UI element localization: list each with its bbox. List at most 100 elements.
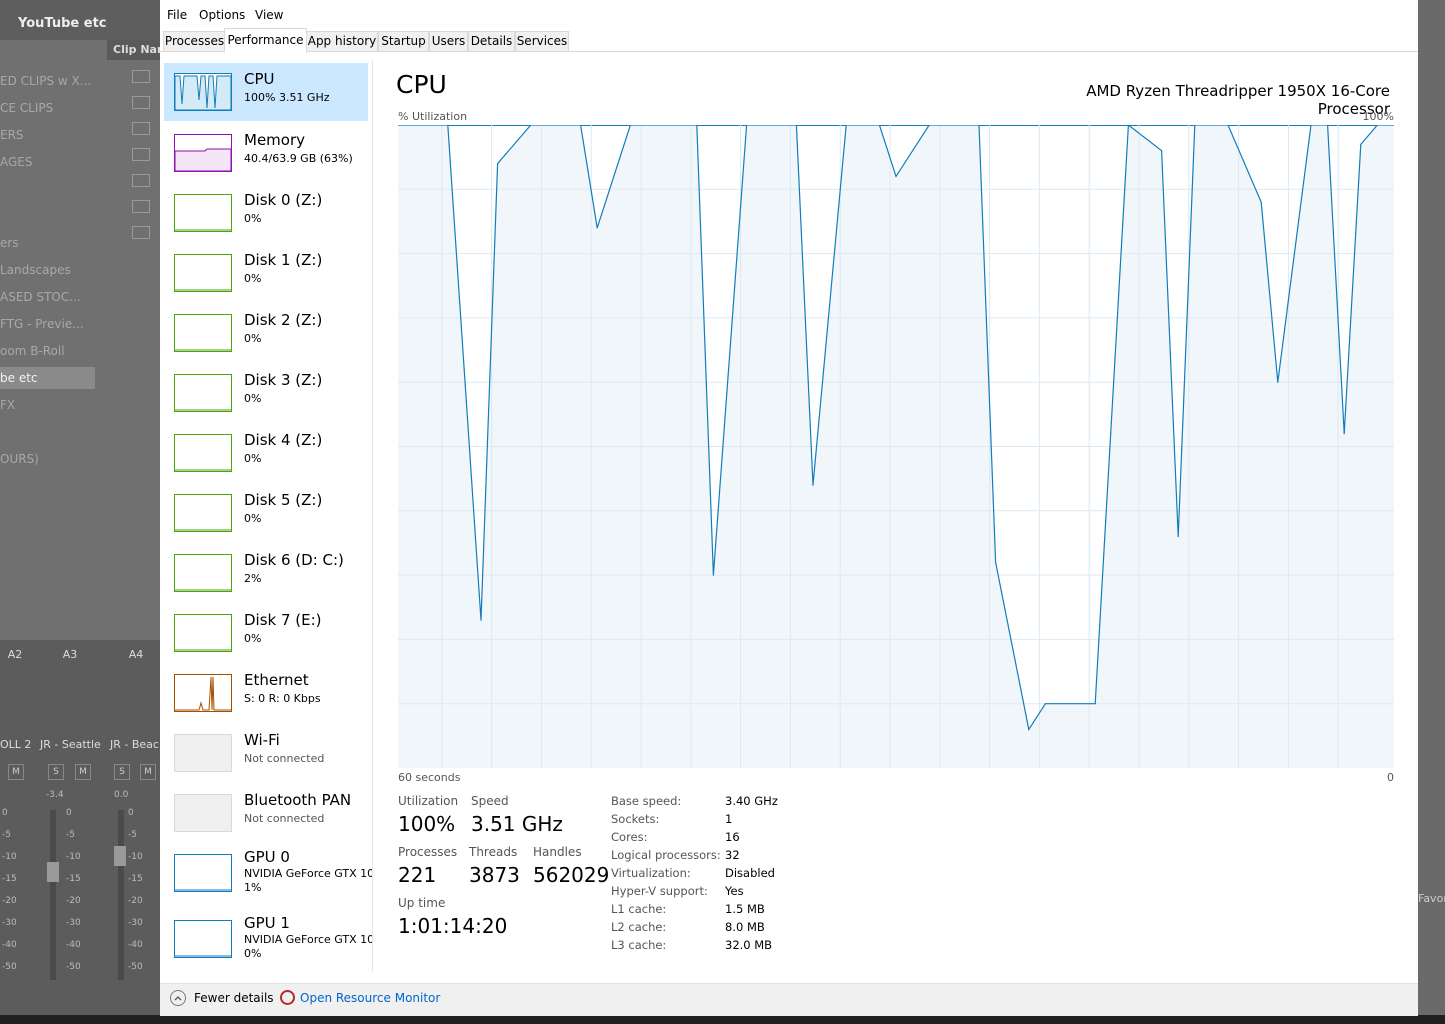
mixer-db-tick: -50 [128, 962, 143, 972]
sidebar-item-memory[interactable]: Memory 40.4/63.9 GB (63%) [164, 124, 368, 182]
sidebar-item-gpu-1[interactable]: GPU 1 NVIDIA GeForce GTX 108 0% [164, 910, 372, 968]
spec-label: Virtualization: [611, 866, 691, 880]
mixer-track-label: A3 [62, 648, 78, 661]
mixer-db-tick: -40 [2, 940, 17, 950]
bg-bin-item[interactable]: OURS) [0, 448, 95, 470]
chevron-up-icon[interactable] [170, 990, 186, 1006]
sidebar-item-status: 40.4/63.9 GB (63%) [244, 152, 353, 165]
sidebar-item-title: Disk 0 (Z:) [244, 191, 323, 209]
mixer-solo-button[interactable]: S [48, 764, 64, 780]
bg-bin-item[interactable]: FX [0, 394, 95, 416]
spec-value: 3.40 GHz [725, 794, 778, 808]
sidebar-item-cpu[interactable]: CPU 100% 3.51 GHz [164, 63, 368, 121]
tab-app-history[interactable]: App history [306, 31, 378, 51]
bg-bin-item[interactable]: Landscapes [0, 259, 95, 281]
menu-bar: File Options View [160, 0, 1418, 30]
bg-bin-item[interactable]: ED CLIPS w X... [0, 70, 95, 92]
mixer-db-tick: -50 [66, 962, 81, 972]
mixer-solo-button[interactable]: S [114, 764, 130, 780]
sidebar-item-ethernet[interactable]: Ethernet S: 0 R: 0 Kbps [164, 664, 368, 722]
bg-bin-item[interactable]: FTG - Previe... [0, 313, 95, 335]
sidebar-item-status: 0% [244, 512, 262, 525]
open-resource-monitor-link[interactable]: Open Resource Monitor [300, 991, 440, 1005]
mixer-db-tick: -20 [128, 896, 143, 906]
processor-model: AMD Ryzen Threadripper 1950X 16-Core Pro… [1086, 82, 1390, 118]
sidebar-item-status: Not connected [244, 812, 325, 825]
sidebar-item-disk-5[interactable]: Disk 5 (Z:) 0% [164, 484, 368, 542]
mixer-db-tick: -40 [66, 940, 81, 950]
mixer-db-tick: -10 [2, 852, 17, 862]
mixer-db-tick: -15 [2, 874, 17, 884]
bg-clip-icon [132, 200, 150, 213]
sidebar-item-status: NVIDIA GeForce GTX 108 [244, 933, 372, 946]
sidebar-mini-graph [175, 795, 231, 831]
sidebar-item-disk-4[interactable]: Disk 4 (Z:) 0% [164, 424, 368, 482]
sidebar-item-disk-3[interactable]: Disk 3 (Z:) 0% [164, 364, 368, 422]
bg-bin-item[interactable]: be etc [0, 367, 95, 389]
tab-users[interactable]: Users [429, 31, 468, 51]
sidebar-item-bluetooth-pan[interactable]: Bluetooth PAN Not connected [164, 784, 368, 842]
sidebar-thumbnail-graph [174, 554, 232, 592]
sidebar-item-title: GPU 1 [244, 914, 290, 932]
sidebar-item-disk-2[interactable]: Disk 2 (Z:) 0% [164, 304, 368, 362]
cpu-usage-point [480, 619, 482, 621]
sidebar-thumbnail-graph [174, 374, 232, 412]
sidebar-item-disk-0[interactable]: Disk 0 (Z:) 0% [164, 184, 368, 242]
cpu-usage-point [1177, 535, 1179, 538]
sidebar-mini-graph [175, 289, 231, 291]
chevron-up-glyph [174, 996, 182, 1001]
sidebar-thumbnail-graph [174, 194, 232, 232]
sidebar-thumbnail-graph [174, 494, 232, 532]
handles-value: 562029 [533, 863, 610, 887]
sidebar-item-status: NVIDIA GeForce GTX 108 [244, 867, 372, 880]
sidebar-thumbnail-graph [174, 73, 232, 111]
tab-startup[interactable]: Startup [378, 31, 429, 51]
mixer-mute-button[interactable]: M [75, 764, 91, 780]
resource-list: CPU 100% 3.51 GHz Memory 40.4/63.9 GB (63%)… [160, 60, 373, 972]
speed-label: Speed [471, 794, 509, 808]
mixer-db-tick: -20 [2, 896, 17, 906]
bg-bin-item[interactable]: oom B-Roll [0, 340, 95, 362]
sidebar-mini-graph [175, 955, 231, 957]
tab-performance[interactable]: Performance [224, 28, 307, 53]
menu-options[interactable]: Options [199, 8, 245, 22]
mixer-fader-track [118, 810, 124, 980]
menu-file[interactable]: File [167, 8, 187, 22]
sidebar-item-disk-1[interactable]: Disk 1 (Z:) 0% [164, 244, 368, 302]
sidebar-thumbnail-graph [174, 920, 232, 958]
sidebar-item-status: Not connected [244, 752, 325, 765]
mixer-db-tick: 0 [66, 808, 72, 818]
bg-bin-item[interactable]: ERS [0, 124, 95, 146]
spec-value: Disabled [725, 866, 775, 880]
sidebar-item-disk-6[interactable]: Disk 6 (D: C:) 2% [164, 544, 368, 602]
sidebar-item-status: 0% [244, 272, 262, 285]
sidebar-mini-graph [175, 889, 231, 891]
sidebar-item-disk-7[interactable]: Disk 7 (E:) 0% [164, 604, 368, 662]
sidebar-item-wifi[interactable]: Wi-Fi Not connected [164, 724, 368, 782]
menu-view[interactable]: View [255, 8, 283, 22]
mixer-db-tick: -40 [128, 940, 143, 950]
mixer-mute-button[interactable]: M [8, 764, 24, 780]
bg-bin-header: YouTube etc [0, 0, 160, 40]
fewer-details-button[interactable]: Fewer details [194, 991, 274, 1005]
mixer-fader-handle[interactable] [114, 846, 126, 866]
sidebar-thumbnail-graph [174, 794, 232, 832]
tab-services[interactable]: Services [515, 31, 569, 51]
tab-processes[interactable]: Processes [163, 31, 226, 51]
bg-bin-item[interactable]: ers [0, 232, 95, 254]
bg-bin-item[interactable]: CE CLIPS [0, 97, 95, 119]
bg-right-text: Favor [1418, 892, 1445, 905]
cpu-usage-point [1094, 703, 1096, 705]
spec-label: Base speed: [611, 794, 682, 808]
sidebar-thumbnail-graph [174, 614, 232, 652]
bg-bin-item[interactable]: AGES [0, 151, 95, 173]
mixer-fader-handle[interactable] [47, 862, 59, 882]
sidebar-mini-graph [175, 649, 231, 651]
mixer-mute-button[interactable]: M [140, 764, 156, 780]
cpu-usage-point [995, 561, 997, 563]
spec-value: 32.0 MB [725, 938, 773, 952]
tab-details[interactable]: Details [468, 31, 515, 51]
threads-label: Threads [469, 845, 518, 859]
sidebar-item-gpu-0[interactable]: GPU 0 NVIDIA GeForce GTX 108 1% [164, 844, 372, 902]
bg-bin-item[interactable]: ASED STOC... [0, 286, 95, 308]
